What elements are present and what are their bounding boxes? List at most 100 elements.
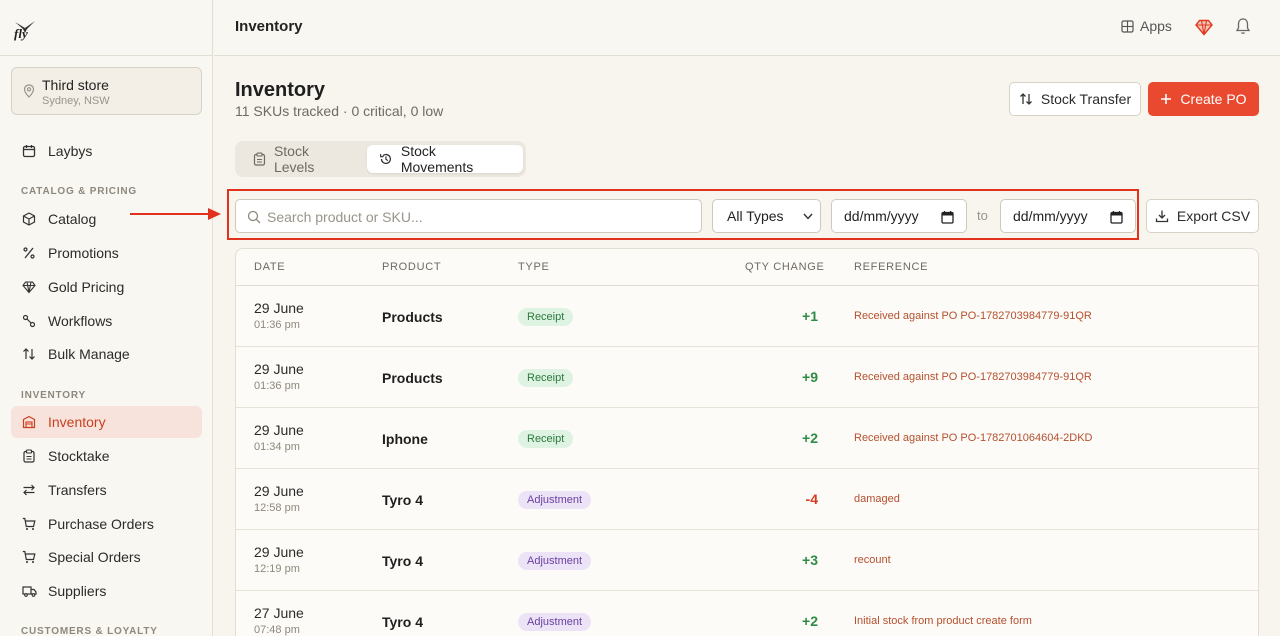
search-input[interactable]	[267, 206, 687, 228]
type-badge: Adjustment	[518, 613, 592, 631]
sidebar-item-transfers[interactable]: Transfers	[11, 474, 202, 506]
type-filter-value: All Types	[727, 208, 784, 224]
column-header-date[interactable]: DATE	[254, 261, 285, 273]
sidebar-item-label: Transfers	[48, 482, 107, 498]
sidebar-item-special-orders[interactable]: Special Orders	[11, 541, 202, 573]
row-reference: Received against PO PO-1782703984779-91Q…	[854, 310, 1092, 322]
row-date: 29 June	[254, 361, 304, 377]
cart-icon	[21, 516, 37, 532]
calendar-icon	[941, 211, 954, 224]
row-product: Tyro 4	[382, 614, 423, 630]
sort-arrows-icon	[21, 346, 37, 362]
row-time: 12:19 pm	[254, 563, 300, 575]
sidebar-divider	[0, 55, 213, 56]
box-icon	[21, 211, 37, 227]
row-reference: damaged	[854, 493, 900, 505]
apps-button[interactable]: Apps	[1121, 18, 1172, 34]
tab-label: Stock Movements	[400, 143, 474, 175]
export-csv-button[interactable]: Export CSV	[1146, 199, 1259, 233]
row-product: Iphone	[382, 431, 428, 447]
sidebar-item-gold-pricing[interactable]: Gold Pricing	[11, 271, 202, 303]
row-product: Products	[382, 370, 443, 386]
column-header-type[interactable]: TYPE	[518, 261, 550, 273]
location-pin-icon	[23, 84, 35, 98]
table-row[interactable]: 27 June 07:48 pm Tyro 4 Adjustment +2 In…	[236, 591, 1258, 636]
stock-transfer-button[interactable]: Stock Transfer	[1009, 82, 1141, 116]
sidebar-item-bulk-manage[interactable]: Bulk Manage	[11, 338, 202, 370]
sidebar-item-label: Bulk Manage	[48, 346, 130, 362]
row-product: Products	[382, 309, 443, 325]
logo-text: fly	[14, 26, 28, 41]
column-header-qty-change[interactable]: QTY CHANGE	[745, 261, 825, 273]
type-badge: Receipt	[518, 430, 574, 448]
sidebar-item-label: Purchase Orders	[48, 516, 154, 532]
gem-icon[interactable]	[1195, 18, 1213, 36]
sidebar-item-purchase-orders[interactable]: Purchase Orders	[11, 508, 202, 540]
swap-vertical-icon	[1019, 93, 1032, 105]
row-date: 29 June	[254, 483, 304, 499]
search-box[interactable]	[235, 199, 702, 233]
topbar-title: Inventory	[235, 18, 303, 35]
stock-transfer-label: Stock Transfer	[1040, 91, 1132, 107]
sidebar-item-label: Catalog	[48, 211, 97, 227]
table-row[interactable]: 29 June 01:36 pm Products Receipt +9 Rec…	[236, 347, 1258, 408]
column-header-product[interactable]: PRODUCT	[382, 261, 441, 273]
cart-icon	[21, 549, 37, 565]
topbar: Inventory Apps	[214, 0, 1280, 56]
type-filter-select[interactable]: All Types	[712, 199, 821, 233]
annotation-arrow-icon	[130, 208, 221, 220]
page-subtitle: 11 SKUs tracked · 0 critical, 0 low	[235, 103, 444, 119]
column-header-reference[interactable]: REFERENCE	[854, 261, 928, 273]
store-selector[interactable]: Third store Sydney, NSW	[11, 67, 202, 115]
table-row[interactable]: 29 June 01:36 pm Products Receipt +1 Rec…	[236, 286, 1258, 347]
row-reference: Initial stock from product create form	[854, 615, 1032, 627]
row-reference: recount	[854, 554, 891, 566]
clipboard-icon	[21, 448, 37, 464]
sidebar-item-laybys[interactable]: Laybys	[11, 135, 202, 167]
tab-stock-levels[interactable]: Stock Levels	[241, 143, 365, 175]
sidebar-item-inventory[interactable]: Inventory	[11, 406, 202, 438]
store-name: Third store	[42, 77, 109, 93]
store-location: Sydney, NSW	[42, 95, 110, 107]
date-to-input[interactable]: dd/mm/yyyy	[1000, 199, 1136, 233]
row-qty-change: +1	[802, 308, 818, 324]
calendar-icon	[1110, 211, 1123, 224]
row-qty-change: +2	[802, 613, 818, 629]
create-po-button[interactable]: Create PO	[1148, 82, 1259, 116]
date-range-to-label: to	[977, 208, 988, 223]
row-time: 01:36 pm	[254, 319, 300, 331]
table-header: DATE PRODUCT TYPE QTY CHANGE REFERENCE	[236, 249, 1258, 286]
date-to-value: dd/mm/yyyy	[1013, 208, 1088, 224]
table-row[interactable]: 29 June 12:19 pm Tyro 4 Adjustment +3 re…	[236, 530, 1258, 591]
sidebar-item-label: Gold Pricing	[48, 279, 125, 295]
table-row[interactable]: 29 June 01:34 pm Iphone Receipt +2 Recei…	[236, 408, 1258, 469]
sidebar-item-workflows[interactable]: Workflows	[11, 305, 202, 337]
row-reference: Received against PO PO-1782701064604-2DK…	[854, 432, 1093, 444]
export-csv-label: Export CSV	[1176, 208, 1251, 224]
row-time: 07:48 pm	[254, 624, 300, 636]
row-time: 01:36 pm	[254, 380, 300, 392]
section-customers-loyalty: CUSTOMERS & LOYALTY	[21, 626, 158, 636]
type-badge: Receipt	[518, 308, 574, 326]
row-date: 27 June	[254, 605, 304, 621]
type-badge: Adjustment	[518, 552, 592, 570]
section-catalog-pricing: CATALOG & PRICING	[21, 186, 138, 197]
type-badge: Receipt	[518, 369, 574, 387]
bell-icon[interactable]	[1235, 17, 1251, 35]
plus-icon	[1161, 94, 1172, 104]
date-from-input[interactable]: dd/mm/yyyy	[831, 199, 967, 233]
page-title: Inventory	[235, 79, 326, 101]
row-product: Tyro 4	[382, 553, 423, 569]
section-inventory: INVENTORY	[21, 390, 86, 401]
sidebar-item-stocktake[interactable]: Stocktake	[11, 440, 202, 472]
download-icon	[1155, 210, 1169, 223]
create-po-label: Create PO	[1180, 91, 1247, 107]
table-row[interactable]: 29 June 12:58 pm Tyro 4 Adjustment -4 da…	[236, 469, 1258, 530]
workflow-icon	[21, 313, 37, 329]
sidebar-item-promotions[interactable]: Promotions	[11, 237, 202, 269]
transfer-arrows-icon	[21, 482, 37, 498]
row-qty-change: +2	[802, 430, 818, 446]
tab-stock-movements[interactable]: Stock Movements	[367, 143, 523, 175]
sidebar-item-suppliers[interactable]: Suppliers	[11, 575, 202, 607]
row-date: 29 June	[254, 544, 304, 560]
